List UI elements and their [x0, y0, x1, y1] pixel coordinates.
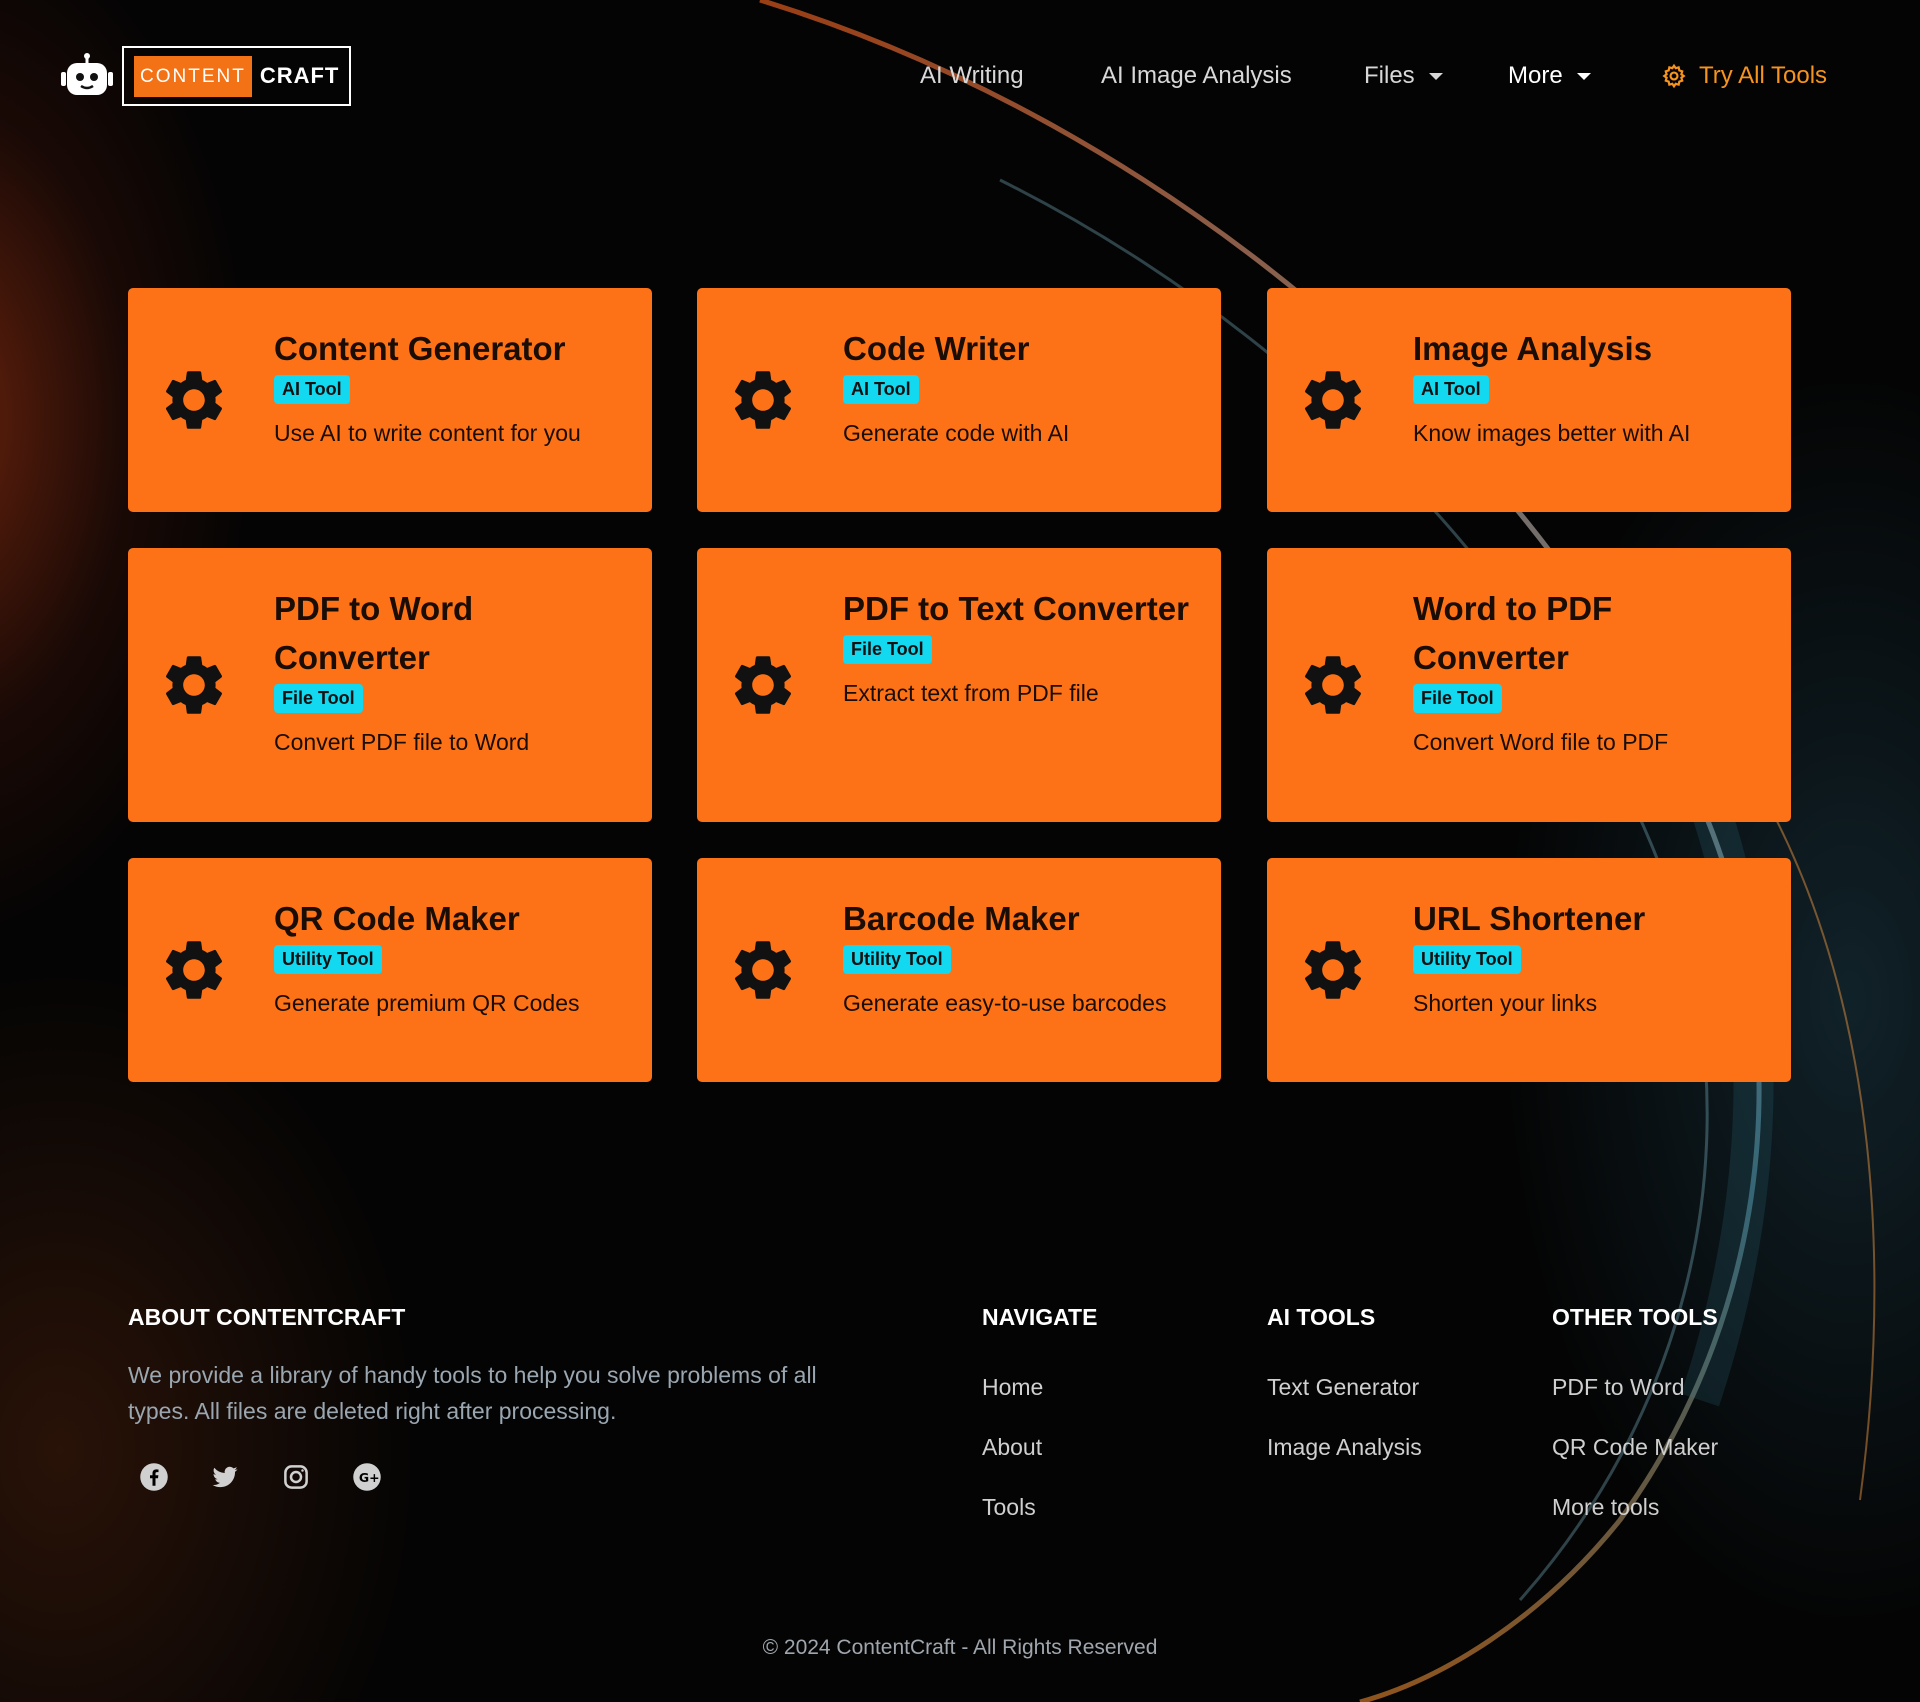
- footer-link-more-tools[interactable]: More tools: [1552, 1494, 1659, 1521]
- gear-icon: [1304, 656, 1362, 714]
- footer-link-home[interactable]: Home: [982, 1374, 1043, 1401]
- nav-ai-writing[interactable]: AI Writing: [920, 62, 1024, 90]
- gear-icon: [734, 941, 792, 999]
- footer-about-text: We provide a library of handy tools to h…: [128, 1362, 817, 1424]
- tool-card[interactable]: Content Generator AI Tool Use AI to write …: [128, 288, 652, 512]
- tool-card-title: PDF to Text Converter: [843, 590, 1189, 627]
- nav-more-label: More: [1508, 62, 1563, 89]
- tool-card-title: Barcode Maker: [843, 900, 1080, 937]
- nav-files-label: Files: [1364, 62, 1415, 89]
- chevron-down-icon: [1428, 72, 1443, 80]
- tool-card-description: Generate easy-to-use barcodes: [843, 990, 1167, 1016]
- try-all-tools-link[interactable]: Try All Tools: [1661, 62, 1827, 90]
- gear-icon: [1662, 63, 1686, 89]
- gear-icon: [165, 941, 223, 999]
- tool-card-title: PDF to Word Converter: [274, 590, 474, 676]
- try-all-tools-label: Try All Tools: [1699, 62, 1828, 89]
- gear-icon: [1304, 941, 1362, 999]
- tool-card[interactable]: Code Writer AI Tool Generate code with AI: [697, 288, 1221, 512]
- google-plus-icon[interactable]: G+: [352, 1462, 382, 1492]
- gear-icon: [734, 656, 792, 714]
- gear-icon: [1304, 371, 1362, 429]
- tool-card-description: Use AI to write content for you: [274, 420, 581, 446]
- tool-card-title: Code Writer: [843, 330, 1030, 367]
- footer-link-about[interactable]: About: [982, 1434, 1042, 1461]
- nav-ai-image-analysis[interactable]: AI Image Analysis: [1101, 62, 1292, 90]
- tool-card-title: QR Code Maker: [274, 900, 520, 937]
- tool-type-badge: AI Tool: [843, 375, 919, 404]
- tool-card-description: Know images better with AI: [1413, 420, 1691, 446]
- copyright: © 2024 ContentCraft - All Rights Reserve…: [762, 1636, 1158, 1659]
- tool-card-description: Convert Word file to PDF: [1413, 729, 1669, 755]
- instagram-icon[interactable]: [281, 1462, 311, 1492]
- tool-card-description: Generate code with AI: [843, 420, 1070, 446]
- tool-type-badge: Utility Tool: [843, 945, 951, 974]
- footer-navigate-heading: NAVIGATE: [982, 1304, 1098, 1330]
- tool-type-badge: File Tool: [274, 684, 363, 713]
- tool-card[interactable]: Image Analysis AI Tool Know images better …: [1267, 288, 1791, 512]
- footer-ai-tools-heading: AI TOOLS: [1267, 1304, 1376, 1330]
- main-nav: AI Writing AI Image Analysis Files More …: [0, 62, 1920, 98]
- footer-link-image-analysis[interactable]: Image Analysis: [1267, 1434, 1422, 1461]
- footer-link-qr-code-maker[interactable]: QR Code Maker: [1552, 1434, 1718, 1461]
- tool-card[interactable]: URL Shortener Utility Tool Shorten your li…: [1267, 858, 1791, 1082]
- tool-type-badge: File Tool: [843, 635, 932, 664]
- twitter-icon[interactable]: [210, 1462, 240, 1492]
- footer-link-tools[interactable]: Tools: [982, 1494, 1036, 1521]
- tool-card[interactable]: PDF to Text Converter File Tool Extract te…: [697, 548, 1221, 822]
- tool-card-description: Extract text from PDF file: [843, 680, 1099, 706]
- tool-card-title: Word to PDF Converter: [1413, 590, 1613, 676]
- chevron-down-icon: [1576, 72, 1591, 80]
- tool-card[interactable]: PDF to Word Converter File Tool Convert PD…: [128, 548, 652, 822]
- gear-icon: [165, 656, 223, 714]
- tool-type-badge: AI Tool: [1413, 375, 1489, 404]
- tool-type-badge: File Tool: [1413, 684, 1502, 713]
- gear-icon: [734, 371, 792, 429]
- nav-more-dropdown[interactable]: More: [1508, 62, 1591, 90]
- tool-type-badge: AI Tool: [274, 375, 350, 404]
- svg-text:G+: G+: [359, 1470, 380, 1485]
- tool-type-badge: Utility Tool: [274, 945, 382, 974]
- footer-other-tools-heading: OTHER TOOLS: [1552, 1304, 1718, 1330]
- nav-files-dropdown[interactable]: Files: [1364, 62, 1443, 90]
- tool-card[interactable]: Barcode Maker Utility Tool Generate easy-t…: [697, 858, 1221, 1082]
- tool-type-badge: Utility Tool: [1413, 945, 1521, 974]
- footer-about-heading: ABOUT CONTENTCRAFT: [128, 1304, 406, 1330]
- tool-card-title: Image Analysis: [1413, 330, 1653, 367]
- facebook-icon[interactable]: [139, 1462, 169, 1492]
- tool-card-title: Content Generator: [274, 330, 566, 367]
- gear-icon: [165, 371, 223, 429]
- tool-card-description: Generate premium QR Codes: [274, 990, 580, 1016]
- footer-link-pdf-to-word[interactable]: PDF to Word: [1552, 1374, 1685, 1401]
- tool-card[interactable]: QR Code Maker Utility Tool Generate premiu…: [128, 858, 652, 1082]
- tool-card-description: Shorten your links: [1413, 990, 1598, 1016]
- tool-card-description: Convert PDF file to Word: [274, 729, 530, 755]
- tool-card[interactable]: Word to PDF Converter File Tool Convert Wo…: [1267, 548, 1791, 822]
- footer-link-text-generator[interactable]: Text Generator: [1267, 1374, 1419, 1401]
- tool-card-title: URL Shortener: [1413, 900, 1646, 937]
